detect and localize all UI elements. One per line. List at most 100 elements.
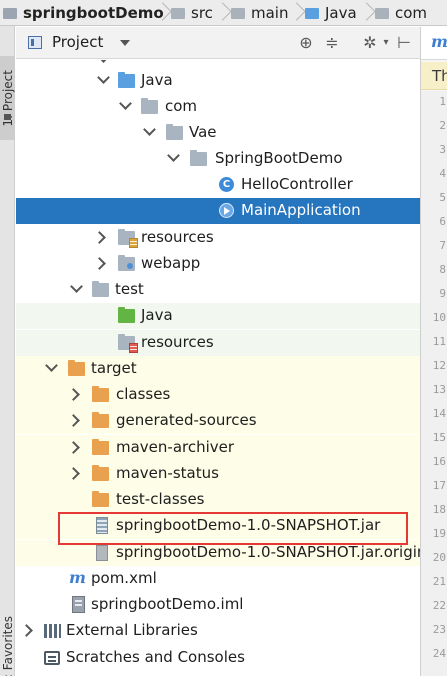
package-icon bbox=[190, 150, 207, 166]
class-icon: C bbox=[219, 177, 234, 192]
chevron-right-icon[interactable] bbox=[67, 441, 80, 454]
tree-row-external-libraries[interactable]: External Libraries bbox=[16, 618, 420, 644]
package-icon bbox=[141, 98, 158, 114]
line-number-gutter: 1 2 3 4 5 6 7 8 9 10 11 12 13 14 15 16 1… bbox=[421, 91, 447, 676]
line-number: 15 bbox=[432, 431, 446, 444]
breadcrumb-springbootdemo[interactable]: springbootDemo bbox=[3, 3, 164, 23]
tree-item-label: maven-archiver bbox=[116, 438, 235, 456]
chevron-down-icon[interactable] bbox=[167, 149, 180, 162]
tree-item-label: springbootDemo.iml bbox=[91, 595, 244, 613]
tree-item-label: pom.xml bbox=[91, 569, 157, 587]
line-number: 5 bbox=[439, 191, 446, 204]
tree-item-label: test bbox=[115, 280, 144, 298]
line-number: 21 bbox=[432, 575, 446, 588]
chevron-right-icon bbox=[160, 0, 170, 25]
tree-row-java[interactable]: Java bbox=[16, 68, 420, 94]
breadcrumb-label: springbootDemo bbox=[23, 4, 164, 22]
excluded-folder-icon bbox=[92, 412, 109, 428]
line-number: 24 bbox=[432, 647, 446, 660]
line-number: 4 bbox=[439, 167, 446, 180]
tree-item-label: generated-sources bbox=[116, 411, 257, 429]
gear-dropdown-icon[interactable]: ▾ bbox=[376, 33, 396, 53]
jar-icon bbox=[96, 517, 108, 534]
line-number: 11 bbox=[432, 335, 446, 348]
left-tool-stripe: 1: Project 2: Favorites bbox=[0, 26, 15, 676]
libraries-icon bbox=[44, 624, 61, 638]
line-number: 22 bbox=[432, 599, 446, 612]
line-number: 18 bbox=[432, 503, 446, 516]
project-tool-tab[interactable]: 1: Project bbox=[0, 56, 15, 140]
tree-row-mainapplication[interactable]: MainApplication bbox=[16, 198, 420, 224]
excluded-folder-icon bbox=[92, 491, 109, 507]
tree-row-snapshot-jar-original[interactable]: springbootDemo-1.0-SNAPSHOT.jar.original bbox=[16, 540, 420, 566]
chevron-right-icon[interactable] bbox=[67, 414, 80, 427]
tree-row-webapp[interactable]: webapp bbox=[16, 251, 420, 277]
tree-row-springbootdemo-iml[interactable]: springbootDemo.iml bbox=[16, 592, 420, 618]
tool-window-icon bbox=[4, 114, 11, 120]
tree-item-label: target bbox=[91, 359, 137, 377]
tree-row-com[interactable]: com bbox=[16, 94, 420, 120]
tree-item-label: maven-status bbox=[116, 464, 219, 482]
tree-row-hellocontroller[interactable]: C HelloController bbox=[16, 172, 420, 198]
tree-row-vae[interactable]: Vae bbox=[16, 120, 420, 146]
tree-item-label: Vae bbox=[189, 123, 217, 141]
line-number: 8 bbox=[439, 263, 446, 276]
tree-row-springbootdemo-package[interactable]: SpringBootDemo bbox=[16, 146, 420, 172]
tree-row-test-java[interactable]: Java bbox=[16, 303, 420, 329]
favorites-tool-tab[interactable]: 2: Favorites bbox=[0, 608, 15, 676]
tree-row-pom-xml[interactable]: m pom.xml bbox=[16, 566, 420, 592]
line-number: 16 bbox=[432, 455, 446, 468]
tree-row-maven-status[interactable]: maven-status bbox=[16, 461, 420, 487]
chevron-down-icon[interactable] bbox=[45, 359, 58, 372]
maven-icon: m bbox=[431, 32, 447, 51]
breadcrumb-src[interactable]: src bbox=[171, 3, 213, 23]
tree-row-maven-archiver[interactable]: maven-archiver bbox=[16, 435, 420, 461]
web-folder-icon bbox=[118, 255, 135, 271]
tree-row-classes[interactable]: classes bbox=[16, 382, 420, 408]
chevron-right-icon bbox=[364, 0, 374, 25]
chevron-right-icon[interactable] bbox=[67, 388, 80, 401]
tree-row-scratches[interactable]: Scratches and Consoles bbox=[16, 645, 420, 671]
tree-item-label: springbootDemo-1.0-SNAPSHOT.jar.original bbox=[116, 543, 420, 561]
tree-row-target[interactable]: target bbox=[16, 356, 420, 382]
breadcrumb-label: com bbox=[395, 4, 428, 22]
editor-tab-pom[interactable]: m bbox=[421, 27, 447, 60]
tree-row-test-classes[interactable]: test-classes bbox=[16, 487, 420, 513]
chevron-down-icon[interactable] bbox=[97, 71, 110, 84]
breadcrumb-main[interactable]: main bbox=[231, 3, 288, 23]
chevron-right-icon[interactable] bbox=[20, 624, 33, 637]
chevron-down-icon[interactable] bbox=[120, 40, 130, 46]
locate-icon[interactable]: ⊕ bbox=[296, 33, 316, 53]
line-number: 20 bbox=[432, 551, 446, 564]
banner-text: Th bbox=[432, 67, 447, 85]
navigation-bar: springbootDemo src main Java com bbox=[0, 0, 447, 26]
breadcrumb-label: main bbox=[251, 4, 289, 22]
line-number: 14 bbox=[432, 407, 446, 420]
chevron-down-icon[interactable] bbox=[119, 97, 132, 110]
chevron-down-icon[interactable] bbox=[70, 280, 83, 293]
tree-item-label: resources bbox=[141, 228, 214, 246]
line-number: 9 bbox=[439, 287, 446, 300]
tree-item-label: com bbox=[165, 97, 198, 115]
tree-row-resources[interactable]: resources bbox=[16, 225, 420, 251]
tree-row-generated-sources[interactable]: generated-sources bbox=[16, 408, 420, 434]
tree-item-label: External Libraries bbox=[66, 621, 198, 639]
tree-row-snapshot-jar[interactable]: springbootDemo-1.0-SNAPSHOT.jar bbox=[16, 513, 420, 539]
main-class-icon bbox=[219, 203, 234, 218]
unknown-file-icon bbox=[96, 545, 108, 561]
hide-icon[interactable]: ⊢ bbox=[394, 33, 414, 53]
line-number: 7 bbox=[439, 239, 446, 252]
tree-row-test-resources[interactable]: resources bbox=[16, 330, 420, 356]
project-view-icon bbox=[28, 36, 42, 49]
project-view-selector[interactable]: Project bbox=[52, 33, 103, 51]
collapse-icon[interactable]: ≑ bbox=[322, 33, 342, 53]
chevron-down-icon[interactable] bbox=[143, 123, 156, 136]
tree-row-test[interactable]: test bbox=[16, 277, 420, 303]
chevron-right-icon[interactable] bbox=[67, 467, 80, 480]
breadcrumb-java[interactable]: Java bbox=[305, 3, 357, 23]
tree-item-label: Scratches and Consoles bbox=[66, 648, 245, 666]
breadcrumb-com[interactable]: com bbox=[375, 3, 427, 23]
chevron-right-icon[interactable] bbox=[93, 257, 106, 270]
iml-file-icon bbox=[72, 596, 85, 613]
chevron-right-icon[interactable] bbox=[93, 231, 106, 244]
